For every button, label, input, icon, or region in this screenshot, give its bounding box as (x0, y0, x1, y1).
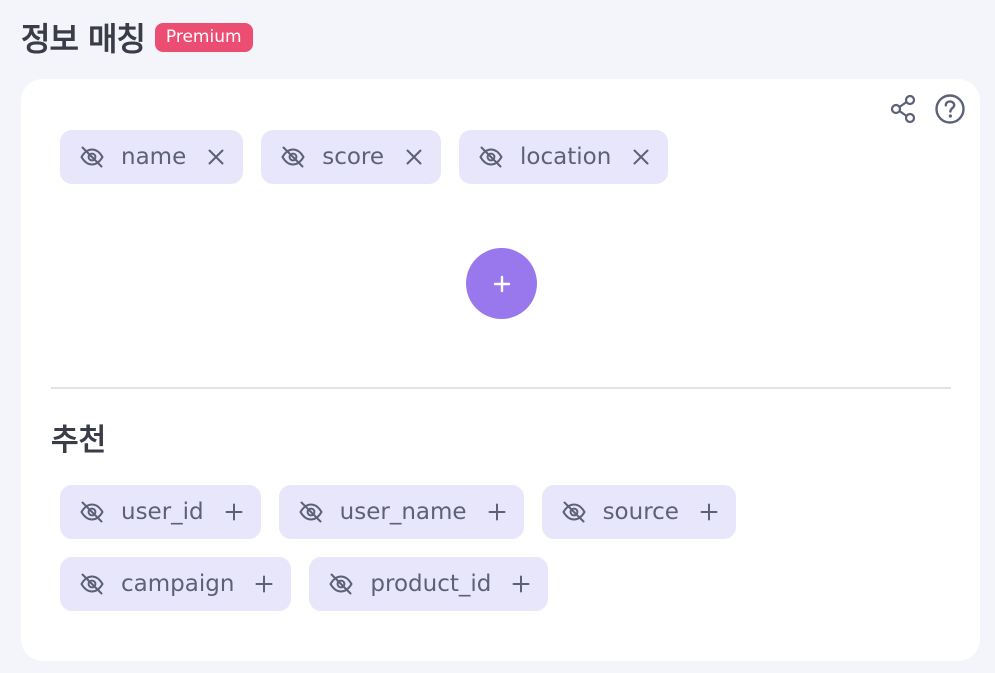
recommend-row-2: campaign product_id (60, 557, 549, 611)
close-icon[interactable] (404, 147, 424, 167)
plus-icon[interactable] (224, 502, 244, 522)
recommend-chip-user-name[interactable]: user_name (278, 485, 524, 539)
field-chip-label: score (322, 144, 385, 170)
recommend-chip-label: user_id (121, 499, 204, 525)
recommend-chip-user-id[interactable]: user_id (60, 485, 261, 539)
recommend-chip-label: source (602, 499, 679, 525)
selected-fields: name score location (60, 130, 669, 184)
plus-icon[interactable] (254, 574, 274, 594)
field-chip-label: name (121, 144, 187, 170)
section-divider (51, 387, 951, 389)
close-icon[interactable] (206, 147, 226, 167)
eye-off-icon (561, 499, 587, 525)
eye-off-icon (298, 499, 324, 525)
premium-badge: Premium (154, 22, 253, 52)
eye-off-icon (328, 571, 354, 597)
eye-off-icon (79, 144, 105, 170)
recommend-chip-label: campaign (121, 571, 235, 597)
share-icon[interactable] (888, 93, 920, 125)
eye-off-icon (79, 499, 105, 525)
plus-icon[interactable] (511, 574, 531, 594)
recommend-chip-source[interactable]: source (541, 485, 736, 539)
close-icon[interactable] (631, 147, 651, 167)
recommend-chip-product-id[interactable]: product_id (309, 557, 549, 611)
recommend-chip-label: user_name (339, 499, 467, 525)
plus-icon[interactable] (487, 502, 507, 522)
help-circle-icon[interactable] (934, 93, 966, 125)
recommend-title: 추천 (51, 423, 107, 458)
matching-card: name score location 추천 user_id user_name… (21, 79, 980, 661)
field-chip-score[interactable]: score (261, 130, 442, 184)
plus-icon[interactable] (699, 502, 719, 522)
recommend-chip-campaign[interactable]: campaign (60, 557, 292, 611)
recommend-chip-label: product_id (370, 571, 492, 597)
page-title: 정보 매칭 (21, 20, 146, 58)
card-toolbar (888, 93, 966, 125)
recommend-row-1: user_id user_name source (60, 485, 736, 539)
field-chip-location[interactable]: location (459, 130, 669, 184)
add-field-button[interactable] (466, 248, 537, 319)
eye-off-icon (280, 144, 306, 170)
field-chip-name[interactable]: name (60, 130, 244, 184)
page-header: 정보 매칭 Premium (21, 14, 253, 60)
eye-off-icon (79, 571, 105, 597)
eye-off-icon (478, 144, 504, 170)
field-chip-label: location (520, 144, 612, 170)
plus-icon (493, 275, 510, 292)
